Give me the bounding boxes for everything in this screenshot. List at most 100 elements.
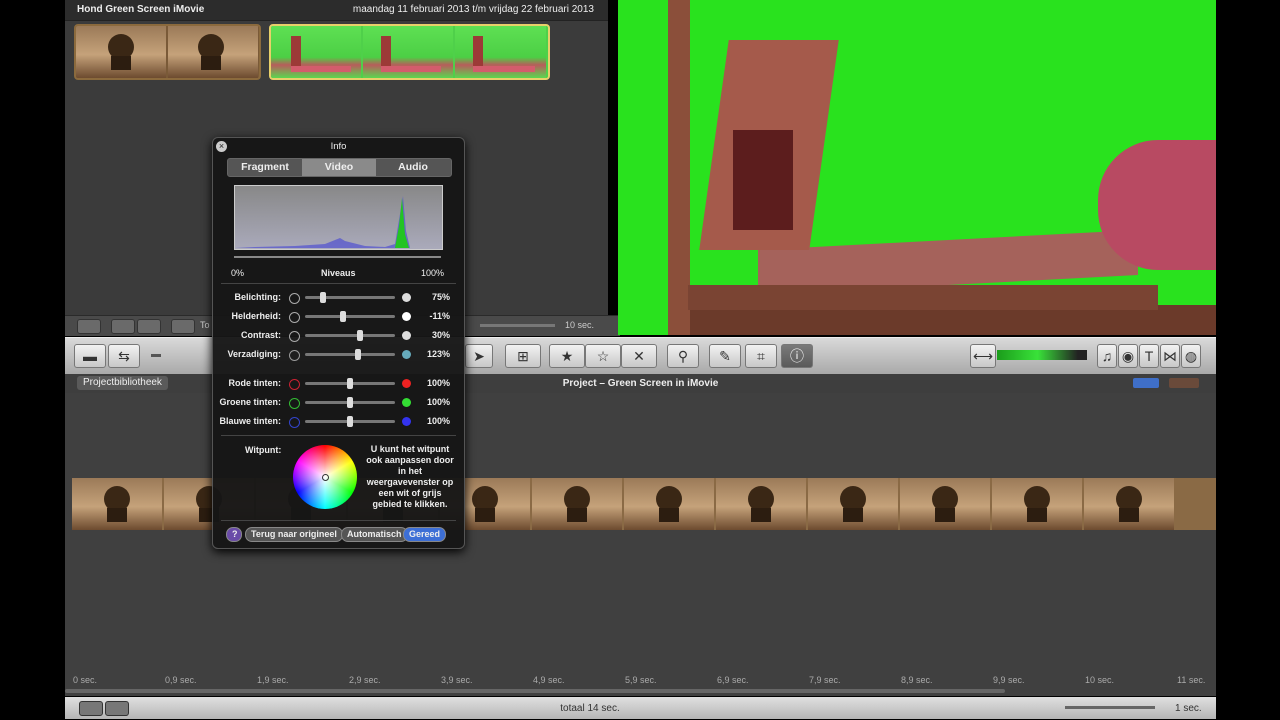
whitepoint-color-wheel[interactable]: [293, 445, 357, 509]
done-button[interactable]: Gereed: [403, 527, 447, 542]
adjustment-slider[interactable]: [305, 349, 395, 360]
timeline-zoom-slider[interactable]: [1065, 706, 1155, 709]
timeline-tick: 9,9 sec.: [993, 675, 1025, 685]
timeline-tick: 7,9 sec.: [809, 675, 841, 685]
adjustment-value: -11%: [429, 311, 450, 321]
timeline-tick: 4,9 sec.: [533, 675, 565, 685]
auto-button[interactable]: Automatisch: [341, 527, 408, 542]
adjustment-min-icon: [289, 417, 300, 428]
tab-audio[interactable]: Audio: [376, 159, 450, 176]
adjustment-slider[interactable]: [305, 397, 395, 408]
play-event-button[interactable]: [111, 319, 135, 334]
slider-knob[interactable]: [347, 378, 353, 389]
clock-image: [104, 486, 130, 522]
whitepoint-marker[interactable]: [322, 474, 329, 481]
crop-icon[interactable]: ⌗: [745, 344, 777, 368]
play-fullscreen-button[interactable]: [137, 319, 161, 334]
thumbnail-size-slider[interactable]: [151, 354, 161, 357]
clock-image: [656, 486, 682, 522]
keyword-icon[interactable]: ⚲: [667, 344, 699, 368]
slider-knob[interactable]: [340, 311, 347, 322]
event-clip-2[interactable]: [269, 24, 550, 80]
title-icon[interactable]: T: [1139, 344, 1159, 368]
info-icon[interactable]: ⓘ: [781, 344, 813, 368]
eyedropper-icon[interactable]: ✎: [709, 344, 741, 368]
adjustment-slider[interactable]: [305, 311, 395, 322]
filmstrip-frame: [992, 478, 1082, 530]
adjustment-label: Rode tinten:: [228, 378, 282, 388]
clock-image: [932, 486, 958, 522]
timeline-tick: 5,9 sec.: [625, 675, 657, 685]
filmstrip-frame: [532, 478, 622, 530]
filmstrip-frame: [624, 478, 714, 530]
adjustment-min-icon: [289, 312, 300, 323]
adjustment-value: 30%: [431, 330, 450, 340]
revert-button[interactable]: Terug naar origineel: [245, 527, 343, 542]
timeline-tick: 8,9 sec.: [901, 675, 933, 685]
levels-histogram: [234, 185, 443, 250]
tab-video[interactable]: Video: [302, 159, 376, 176]
levels-label: Niveaus: [321, 268, 356, 278]
event-filter-label: To: [200, 320, 210, 330]
event-clip-1[interactable]: [74, 24, 261, 80]
timeline-tick: 0,9 sec.: [165, 675, 197, 685]
slider-knob[interactable]: [347, 416, 353, 427]
unmark-icon[interactable]: ☆: [585, 344, 621, 368]
adjustment-min-icon: [289, 350, 300, 361]
info-panel: × Info Fragment Video Audio 0% Niveaus 1…: [212, 137, 465, 549]
music-icon[interactable]: ♫: [1097, 344, 1117, 368]
map-icon[interactable]: ◍: [1181, 344, 1201, 368]
timeline-scrollbar[interactable]: [65, 689, 1005, 693]
project-library-icon[interactable]: ▬: [74, 344, 106, 368]
help-button[interactable]: ?: [226, 527, 242, 542]
slider-knob[interactable]: [320, 292, 327, 303]
adjustment-value: 75%: [431, 292, 450, 302]
adjustment-label: Contrast:: [241, 330, 281, 340]
slider-knob[interactable]: [355, 349, 362, 360]
clock-image: [1116, 486, 1142, 522]
adjustment-slider[interactable]: [305, 416, 395, 427]
info-tabs: Fragment Video Audio: [227, 158, 452, 177]
slider-knob[interactable]: [357, 330, 364, 341]
slider-knob[interactable]: [347, 397, 353, 408]
adjustment-value: 100%: [426, 416, 450, 426]
pointer-icon[interactable]: ➤: [465, 344, 493, 368]
favorite-icon[interactable]: ★: [549, 344, 585, 368]
adjustment-label: Blauwe tinten:: [219, 416, 281, 426]
clip-toggle-button[interactable]: [1169, 378, 1199, 388]
swap-icon[interactable]: ⇆: [108, 344, 140, 368]
filmstrip-frame: [808, 478, 898, 530]
add-selection-icon[interactable]: ⊞: [505, 344, 541, 368]
reject-icon[interactable]: ✕: [621, 344, 657, 368]
levels-max: 100%: [421, 268, 445, 278]
audio-skimming-icon[interactable]: ⟷: [970, 344, 996, 368]
info-panel-title: Info: [330, 141, 347, 152]
transition-icon[interactable]: ⋈: [1160, 344, 1180, 368]
search-icon[interactable]: [171, 319, 195, 334]
adjustment-slider[interactable]: [305, 330, 395, 341]
event-view-button[interactable]: [77, 319, 101, 334]
view-toggle-button[interactable]: [1133, 378, 1159, 388]
levels-min: 0%: [231, 268, 245, 278]
timeline-tick: 6,9 sec.: [717, 675, 749, 685]
adjustment-min-icon: [289, 293, 300, 304]
clock-image: [472, 486, 498, 522]
adjustment-slider[interactable]: [305, 378, 395, 389]
adjustment-min-icon: [289, 331, 300, 342]
viewer[interactable]: [618, 0, 1216, 335]
filmstrip-frame: [1084, 478, 1174, 530]
camera-icon[interactable]: ◉: [1118, 344, 1138, 368]
adjustment-value: 100%: [426, 397, 450, 407]
tab-fragment[interactable]: Fragment: [228, 159, 302, 176]
whitepoint-label: Witpunt:: [245, 445, 282, 455]
bottom-bar: totaal 14 sec. 1 sec.: [65, 697, 1216, 719]
levels-slider[interactable]: [234, 256, 441, 258]
adjustment-min-icon: [289, 379, 300, 390]
adjustment-slider[interactable]: [305, 292, 395, 303]
clock-image: [1024, 486, 1050, 522]
event-date-range: maandag 11 februari 2013 t/m vrijdag 22 …: [352, 4, 594, 15]
timeline-tick: 0 sec.: [73, 675, 98, 685]
adjustment-label: Helderheid:: [231, 311, 281, 321]
filmstrip-frame: [716, 478, 806, 530]
event-zoom-slider[interactable]: [480, 324, 555, 327]
